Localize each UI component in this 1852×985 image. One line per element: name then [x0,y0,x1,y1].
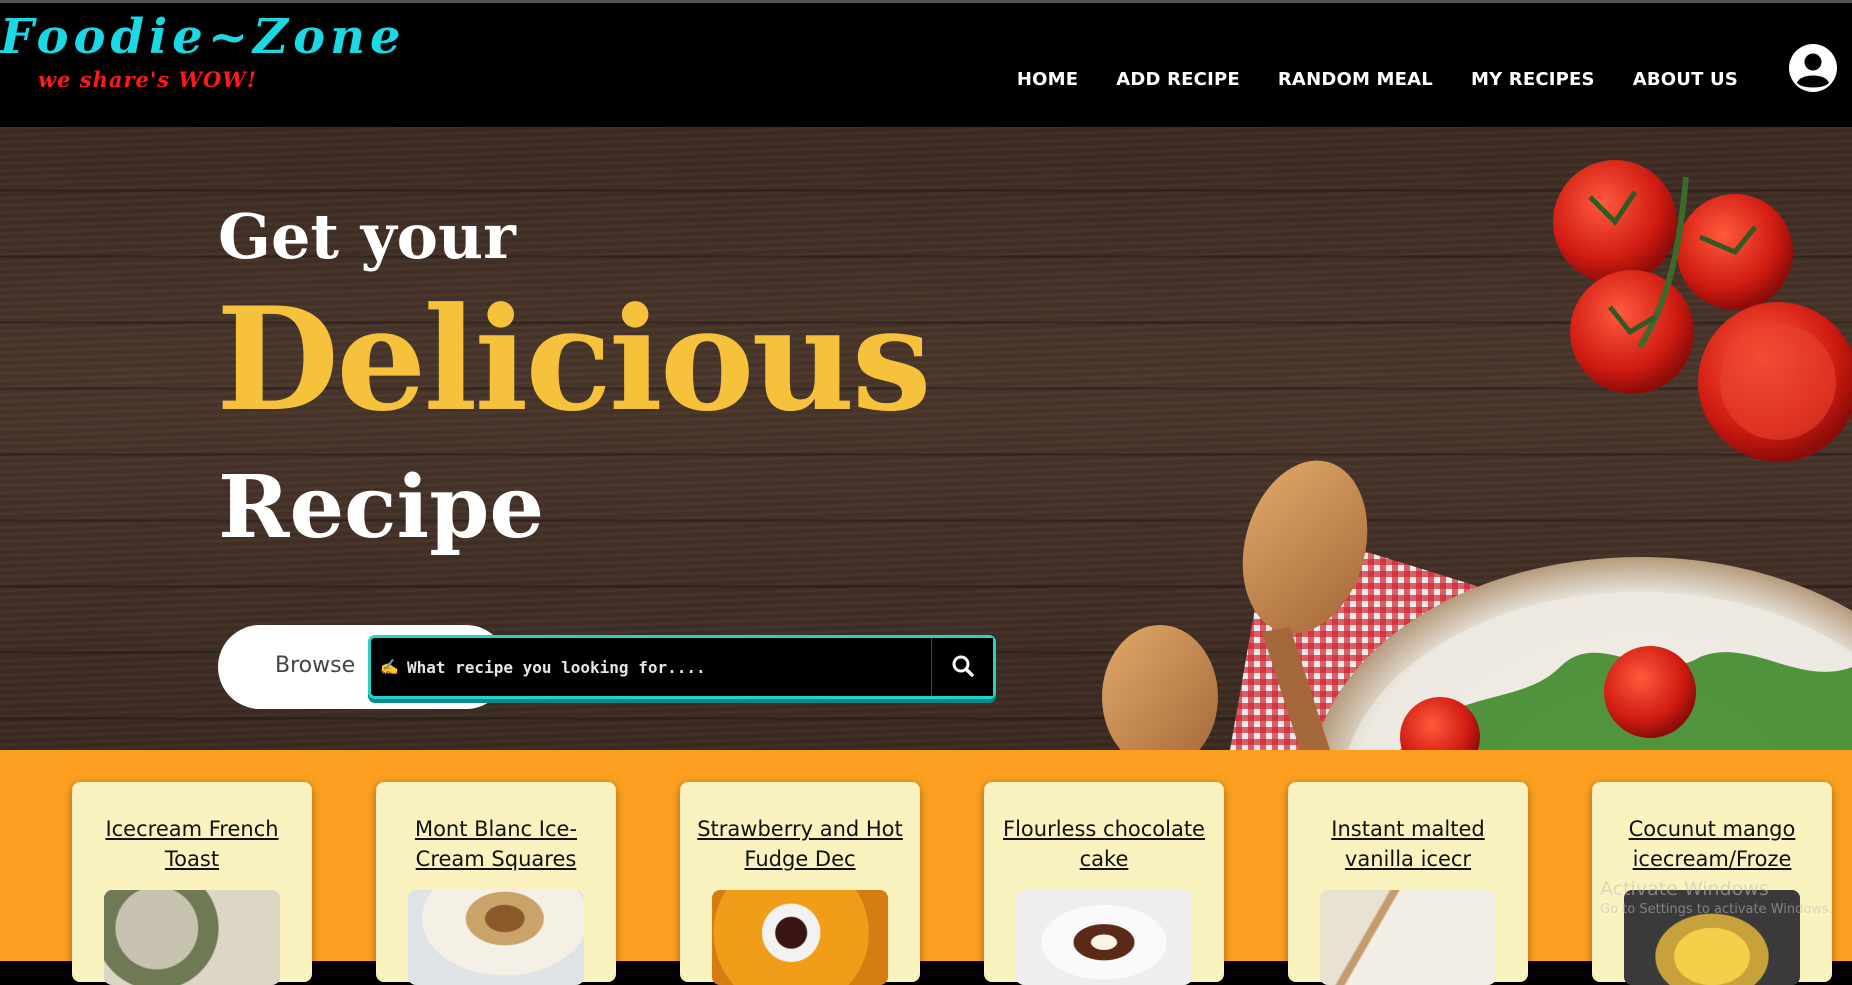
search-button[interactable] [931,638,993,696]
recipe-card[interactable]: Cocunut mango icecream/Froze [1592,782,1832,985]
nav-my-recipes[interactable]: MY RECIPES [1471,69,1595,90]
recipe-card-image [712,890,888,985]
browse-button-label: Browse [275,653,356,678]
recipe-card-image [104,890,280,985]
nav-about-us[interactable]: ABOUT US [1633,69,1738,90]
logo-title[interactable]: Foodie~Zone [0,9,406,65]
recipe-card[interactable]: Icecream French Toast [72,782,312,985]
recipe-card-title[interactable]: Instant malted vanilla icecr [1296,814,1520,874]
recipe-card-image [1320,890,1496,985]
recipe-card-title[interactable]: Flourless chocolate cake [992,814,1216,874]
nav-add-recipe[interactable]: ADD RECIPE [1116,69,1240,90]
nav-random-meal[interactable]: RANDOM MEAL [1278,69,1433,90]
recipe-card-image [408,890,584,985]
navbar: Foodie~Zone we share's WOW! HOME ADD REC… [0,3,1852,127]
recipe-cards-strip: Icecream French Toast Mont Blanc Ice-Cre… [0,750,1852,985]
user-circle-icon[interactable] [1788,43,1838,93]
search-icon [952,655,974,677]
writing-hand-icon: ✍ [380,659,399,676]
recipe-card-title[interactable]: Cocunut mango icecream/Froze [1600,814,1824,874]
recipe-card-title[interactable]: Strawberry and Hot Fudge Dec [688,814,912,874]
recipe-search-box: ✍ [368,635,996,699]
hero-heading-line3: Recipe [218,457,545,558]
recipe-card[interactable]: Flourless chocolate cake [984,782,1224,985]
logo-tagline: we share's WOW! [38,67,258,92]
hero-banner: Get your Delicious Recipe Browse ✍ [0,127,1852,750]
recipe-card-image [1016,890,1192,985]
main-nav: HOME ADD RECIPE RANDOM MEAL MY RECIPES A… [1017,69,1738,90]
recipe-card[interactable]: Mont Blanc Ice-Cream Squares [376,782,616,985]
recipe-card-title[interactable]: Icecream French Toast [80,814,304,874]
recipe-card[interactable]: Instant malted vanilla icecr [1288,782,1528,985]
hero-heading-line2: Delicious [216,277,932,443]
nav-home[interactable]: HOME [1017,69,1078,90]
hero-heading-line1: Get your [218,200,516,273]
recipe-card-image [1624,890,1800,985]
recipe-card[interactable]: Strawberry and Hot Fudge Dec [680,782,920,985]
recipe-card-title[interactable]: Mont Blanc Ice-Cream Squares [384,814,608,874]
recipe-search-input[interactable] [403,638,947,696]
